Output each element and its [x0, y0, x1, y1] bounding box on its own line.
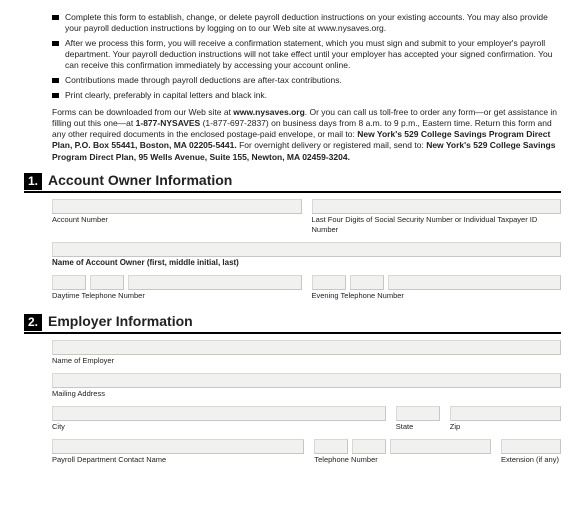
city-input[interactable] [52, 406, 386, 421]
field-city: City [52, 406, 386, 437]
eve-phone-prefix-input[interactable] [350, 275, 384, 290]
field-eve-phone: Evening Telephone Number [312, 275, 562, 306]
day-phone-area-input[interactable] [52, 275, 86, 290]
mailing-input[interactable] [52, 373, 561, 388]
field-phone: Telephone Number [314, 439, 491, 470]
section-2-body: Name of Employer Mailing Address City St… [52, 340, 561, 469]
website: www.nysaves.org [233, 107, 305, 117]
eve-phone-label: Evening Telephone Number [312, 291, 562, 301]
section-number: 2. [24, 314, 42, 332]
state-input[interactable] [396, 406, 440, 421]
eve-phone-line-input[interactable] [388, 275, 562, 290]
payroll-contact-label: Payroll Department Contact Name [52, 455, 304, 465]
bullet-item: Complete this form to establish, change,… [52, 12, 561, 34]
bullet-item: After we process this form, you will rec… [52, 38, 561, 71]
field-payroll-contact: Payroll Department Contact Name [52, 439, 304, 470]
phone-number: 1-877-NYSAVES [136, 118, 201, 128]
bullet-text: Contributions made through payroll deduc… [65, 75, 561, 86]
zip-input[interactable] [450, 406, 561, 421]
phone-line-input[interactable] [390, 439, 491, 454]
field-state: State [396, 406, 440, 437]
bullet-icon [52, 41, 59, 46]
section-1-header: 1. Account Owner Information [24, 171, 561, 194]
extension-label: Extension (if any) [501, 455, 561, 465]
phone-area-input[interactable] [314, 439, 348, 454]
para-text: Forms can be downloaded from our Web sit… [52, 107, 233, 117]
para-text: For overnight delivery or registered mai… [237, 140, 426, 150]
field-extension: Extension (if any) [501, 439, 561, 470]
phone-prefix-input[interactable] [352, 439, 386, 454]
bullet-icon [52, 78, 59, 83]
ssn-label: Last Four Digits of Social Security Numb… [312, 215, 562, 235]
day-phone-label: Daytime Telephone Number [52, 291, 302, 301]
state-label: State [396, 422, 440, 432]
section-title: Employer Information [48, 312, 193, 330]
mailing-instructions: Forms can be downloaded from our Web sit… [52, 107, 561, 162]
mailing-label: Mailing Address [52, 389, 561, 399]
employer-input[interactable] [52, 340, 561, 355]
employer-label: Name of Employer [52, 356, 561, 366]
instruction-bullets: Complete this form to establish, change,… [52, 12, 561, 101]
field-account-number: Account Number [52, 199, 302, 240]
bullet-item: Contributions made through payroll deduc… [52, 75, 561, 86]
city-label: City [52, 422, 386, 432]
extension-input[interactable] [501, 439, 561, 454]
section-1-body: Account Number Last Four Digits of Socia… [52, 199, 561, 306]
day-phone-prefix-input[interactable] [90, 275, 124, 290]
account-number-input[interactable] [52, 199, 302, 214]
account-number-label: Account Number [52, 215, 302, 225]
section-2-header: 2. Employer Information [24, 312, 561, 335]
owner-name-label: Name of Account Owner (first, middle ini… [52, 258, 561, 268]
field-zip: Zip [450, 406, 561, 437]
section-title: Account Owner Information [48, 171, 232, 189]
owner-name-input[interactable] [52, 242, 561, 257]
phone-label: Telephone Number [314, 455, 491, 465]
field-mailing: Mailing Address [52, 373, 561, 404]
eve-phone-area-input[interactable] [312, 275, 346, 290]
bullet-item: Print clearly, preferably in capital let… [52, 90, 561, 101]
day-phone-line-input[interactable] [128, 275, 302, 290]
field-ssn: Last Four Digits of Social Security Numb… [312, 199, 562, 240]
bullet-text: Complete this form to establish, change,… [65, 12, 561, 34]
field-employer: Name of Employer [52, 340, 561, 371]
field-day-phone: Daytime Telephone Number [52, 275, 302, 306]
bullet-icon [52, 15, 59, 20]
bullet-text: Print clearly, preferably in capital let… [65, 90, 561, 101]
zip-label: Zip [450, 422, 561, 432]
payroll-contact-input[interactable] [52, 439, 304, 454]
bullet-icon [52, 93, 59, 98]
ssn-input[interactable] [312, 199, 562, 214]
field-owner-name: Name of Account Owner (first, middle ini… [52, 242, 561, 273]
section-number: 1. [24, 173, 42, 191]
bullet-text: After we process this form, you will rec… [65, 38, 561, 71]
